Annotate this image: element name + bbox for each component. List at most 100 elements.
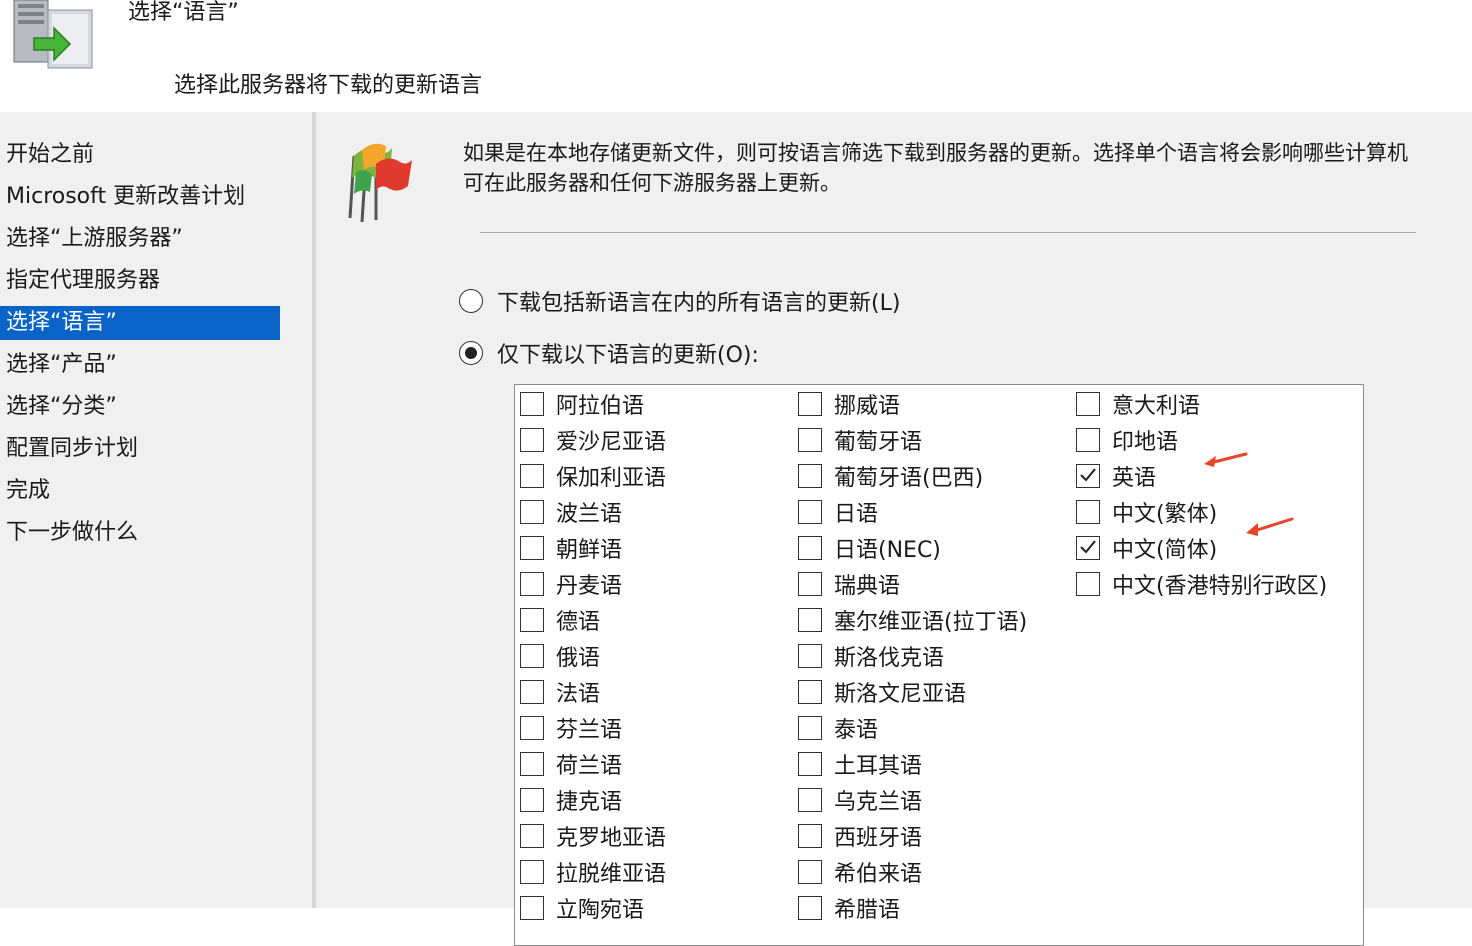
language-item[interactable]: 立陶宛语: [520, 890, 644, 926]
language-item[interactable]: 希伯来语: [798, 854, 922, 890]
language-item[interactable]: 乌克兰语: [798, 782, 922, 818]
language-item[interactable]: 意大利语: [1076, 386, 1200, 422]
checkbox[interactable]: [798, 824, 822, 848]
checkbox[interactable]: [520, 428, 544, 452]
language-item[interactable]: 克罗地亚语: [520, 818, 666, 854]
checkbox[interactable]: [520, 464, 544, 488]
language-label: 意大利语: [1112, 394, 1201, 419]
language-item[interactable]: 希腊语: [798, 890, 900, 926]
sidebar-item-whats-next[interactable]: 下一步做什么: [0, 516, 280, 550]
language-label: 荷兰语: [556, 754, 623, 779]
checkbox[interactable]: [798, 464, 822, 488]
language-item[interactable]: 塞尔维亚语(拉丁语): [798, 602, 1027, 638]
wizard-header: 选择“语言” 选择此服务器将下载的更新语言: [0, 0, 1472, 112]
sidebar-item-finished[interactable]: 完成: [0, 474, 280, 508]
language-item[interactable]: 日语(NEC): [798, 530, 941, 566]
checkbox[interactable]: [520, 536, 544, 560]
sidebar-item-classifications[interactable]: 选择“分类”: [0, 390, 280, 424]
language-label: 英语: [1112, 466, 1157, 491]
checkbox-checked[interactable]: [1076, 536, 1100, 560]
checkbox[interactable]: [798, 896, 822, 920]
radio-button[interactable]: [459, 289, 483, 313]
language-item[interactable]: 波兰语: [520, 494, 622, 530]
radio-dot: [465, 347, 477, 359]
checkbox[interactable]: [520, 608, 544, 632]
checkbox[interactable]: [520, 500, 544, 524]
language-item[interactable]: 朝鲜语: [520, 530, 622, 566]
language-label: 中文(简体): [1112, 538, 1218, 563]
checkbox[interactable]: [520, 644, 544, 668]
language-item[interactable]: 中文(简体): [1076, 530, 1217, 566]
checkbox[interactable]: [798, 644, 822, 668]
sidebar-item-improvement-program[interactable]: Microsoft 更新改善计划: [0, 180, 280, 214]
checkbox[interactable]: [520, 752, 544, 776]
checkbox[interactable]: [520, 572, 544, 596]
language-item[interactable]: 爱沙尼亚语: [520, 422, 666, 458]
sidebar-item-proxy-server[interactable]: 指定代理服务器: [0, 264, 280, 298]
language-item[interactable]: 印地语: [1076, 422, 1178, 458]
language-item[interactable]: 日语: [798, 494, 878, 530]
language-label: 丹麦语: [556, 574, 623, 599]
language-item[interactable]: 土耳其语: [798, 746, 922, 782]
checkbox[interactable]: [798, 716, 822, 740]
language-label: 斯洛文尼亚语: [834, 682, 967, 707]
checkbox[interactable]: [520, 896, 544, 920]
language-item[interactable]: 法语: [520, 674, 600, 710]
language-item[interactable]: 葡萄牙语(巴西): [798, 458, 983, 494]
language-item[interactable]: 中文(香港特别行政区): [1076, 566, 1327, 602]
checkbox[interactable]: [520, 788, 544, 812]
checkbox[interactable]: [1076, 428, 1100, 452]
checkbox[interactable]: [520, 716, 544, 740]
language-label: 中文(繁体): [1112, 502, 1218, 527]
language-label: 挪威语: [834, 394, 901, 419]
language-item[interactable]: 俄语: [520, 638, 600, 674]
language-item[interactable]: 英语: [1076, 458, 1156, 494]
checkbox[interactable]: [798, 536, 822, 560]
checkbox[interactable]: [520, 392, 544, 416]
sidebar-item-sync-schedule[interactable]: 配置同步计划: [0, 432, 280, 466]
checkbox-checked[interactable]: [1076, 464, 1100, 488]
checkbox[interactable]: [798, 788, 822, 812]
checkbox[interactable]: [798, 860, 822, 884]
language-item[interactable]: 捷克语: [520, 782, 622, 818]
checkbox[interactable]: [798, 680, 822, 704]
language-item[interactable]: 德语: [520, 602, 600, 638]
language-item[interactable]: 阿拉伯语: [520, 386, 644, 422]
checkbox[interactable]: [798, 572, 822, 596]
language-item[interactable]: 保加利亚语: [520, 458, 666, 494]
language-item[interactable]: 拉脱维亚语: [520, 854, 666, 890]
language-item[interactable]: 泰语: [798, 710, 878, 746]
language-item[interactable]: 芬兰语: [520, 710, 622, 746]
radio-button-selected[interactable]: [459, 341, 483, 365]
language-flags-icon: [348, 143, 412, 223]
checkbox[interactable]: [520, 860, 544, 884]
download-selected-languages-option[interactable]: 仅下载以下语言的更新(O):: [459, 336, 759, 370]
language-item[interactable]: 中文(繁体): [1076, 494, 1217, 530]
language-item[interactable]: 葡萄牙语: [798, 422, 922, 458]
checkbox[interactable]: [798, 752, 822, 776]
checkbox[interactable]: [798, 428, 822, 452]
download-all-languages-option[interactable]: 下载包括新语言在内的所有语言的更新(L): [459, 284, 900, 318]
sidebar-item-products[interactable]: 选择“产品”: [0, 348, 280, 382]
language-label: 芬兰语: [556, 718, 623, 743]
checkbox[interactable]: [1076, 500, 1100, 524]
checkbox[interactable]: [1076, 392, 1100, 416]
annotation-arrow-icon: [1204, 452, 1248, 467]
sidebar-item-before-you-begin[interactable]: 开始之前: [0, 138, 280, 172]
checkbox[interactable]: [520, 680, 544, 704]
language-item[interactable]: 斯洛文尼亚语: [798, 674, 966, 710]
language-item[interactable]: 瑞典语: [798, 566, 900, 602]
language-item[interactable]: 丹麦语: [520, 566, 622, 602]
sidebar-item-upstream-server[interactable]: 选择“上游服务器”: [0, 222, 280, 256]
language-label: 中文(香港特别行政区): [1112, 574, 1328, 599]
checkbox[interactable]: [798, 500, 822, 524]
checkbox[interactable]: [520, 824, 544, 848]
language-item[interactable]: 西班牙语: [798, 818, 922, 854]
sidebar-item-languages[interactable]: 选择“语言”: [0, 306, 280, 340]
language-item[interactable]: 挪威语: [798, 386, 900, 422]
language-item[interactable]: 斯洛伐克语: [798, 638, 944, 674]
checkbox[interactable]: [798, 608, 822, 632]
checkbox[interactable]: [1076, 572, 1100, 596]
checkbox[interactable]: [798, 392, 822, 416]
language-item[interactable]: 荷兰语: [520, 746, 622, 782]
